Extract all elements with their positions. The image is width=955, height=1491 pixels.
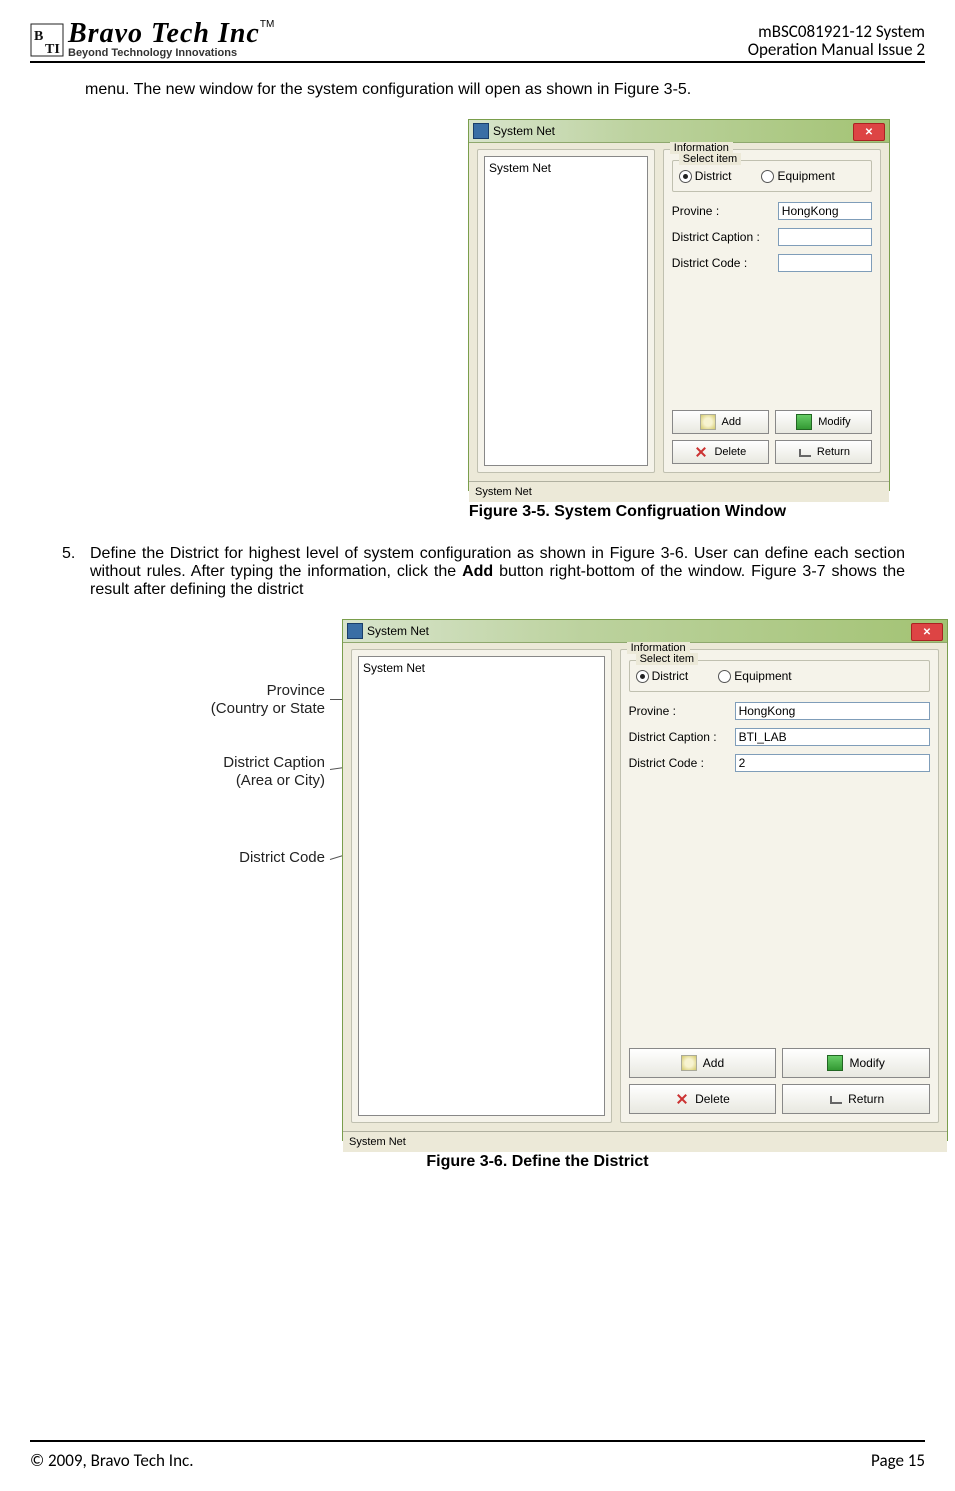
modify-button[interactable]: Modify xyxy=(775,410,872,434)
tree-view[interactable]: System Net xyxy=(358,656,605,1116)
figure2-caption: Figure 3-6. Define the District xyxy=(30,1153,925,1171)
annotation-province-2: (Country or State xyxy=(211,700,325,718)
radio-district[interactable]: District xyxy=(636,669,689,683)
modify-button[interactable]: Modify xyxy=(782,1048,930,1078)
tree-panel: System Net xyxy=(351,649,612,1123)
logo: B TI Bravo Tech IncTM Beyond Technology … xyxy=(30,20,274,59)
tree-root[interactable]: System Net xyxy=(489,161,551,175)
select-item-legend: Select item xyxy=(636,653,698,665)
window-title: System Net xyxy=(493,124,555,138)
footer-copyright: © 2009, Bravo Tech Inc. xyxy=(30,1450,193,1471)
label-province: Provine : xyxy=(672,204,772,218)
intro-paragraph: menu. The new window for the system conf… xyxy=(30,81,925,99)
logo-slogan: Beyond Technology Innovations xyxy=(68,48,274,59)
step-number: 5. xyxy=(62,545,90,563)
logo-tm: TM xyxy=(260,19,274,30)
label-district-code: District Code : xyxy=(672,256,772,270)
delete-button-label: Delete xyxy=(714,446,746,458)
svg-text:B: B xyxy=(34,29,43,44)
input-province[interactable]: HongKong xyxy=(735,702,930,720)
delete-icon xyxy=(694,445,708,459)
input-district-code[interactable]: 2 xyxy=(735,754,930,772)
add-icon xyxy=(681,1055,697,1071)
label-district-caption: District Caption : xyxy=(672,230,772,244)
select-item-group: Select item District Equipment xyxy=(672,160,872,192)
delete-button-label: Delete xyxy=(695,1092,730,1106)
select-item-legend: Select item xyxy=(679,153,741,165)
annotation-caption-2: (Area or City) xyxy=(223,772,325,790)
figure2-window: System Net ✕ System Net Information Sele… xyxy=(342,619,948,1141)
app-icon xyxy=(347,623,363,639)
radio-district-label: District xyxy=(695,169,732,183)
input-district-caption[interactable] xyxy=(778,228,872,246)
title-bar: System Net ✕ xyxy=(343,620,947,643)
doc-title-line2: Operation Manual Issue 2 xyxy=(748,41,925,59)
label-district-code: District Code : xyxy=(629,756,729,770)
delete-button[interactable]: Delete xyxy=(672,440,769,464)
input-district-code[interactable] xyxy=(778,254,872,272)
radio-icon xyxy=(761,170,774,183)
radio-icon xyxy=(718,670,731,683)
modify-icon xyxy=(796,414,812,430)
app-icon xyxy=(473,123,489,139)
tree-panel: System Net xyxy=(477,149,655,473)
return-button-label: Return xyxy=(817,446,850,458)
status-bar: System Net xyxy=(469,481,889,502)
delete-button[interactable]: Delete xyxy=(629,1084,777,1114)
radio-district[interactable]: District xyxy=(679,169,732,183)
return-button[interactable]: Return xyxy=(775,440,872,464)
label-province: Provine : xyxy=(629,704,729,718)
figure1-caption: Figure 3-5. System Configruation Window xyxy=(30,503,925,521)
close-icon[interactable]: ✕ xyxy=(911,623,943,641)
close-icon[interactable]: ✕ xyxy=(853,123,885,141)
page-header: B TI Bravo Tech IncTM Beyond Technology … xyxy=(30,20,925,63)
info-panel: Information Select item District Equipme… xyxy=(620,649,939,1123)
add-button-label: Add xyxy=(722,416,742,428)
input-province[interactable]: HongKong xyxy=(778,202,872,220)
radio-icon xyxy=(679,170,692,183)
modify-button-label: Modify xyxy=(818,416,850,428)
annotation-caption-1: District Caption xyxy=(223,754,325,772)
radio-district-label: District xyxy=(652,669,689,683)
figure1-window: System Net ✕ System Net Information Sele… xyxy=(468,119,890,491)
page-footer: © 2009, Bravo Tech Inc. Page 15 xyxy=(30,1440,925,1471)
radio-equipment[interactable]: Equipment xyxy=(718,669,791,683)
select-item-group: Select item District Equipment xyxy=(629,660,930,692)
return-button-label: Return xyxy=(848,1092,884,1106)
add-icon xyxy=(700,414,716,430)
add-button-label: Add xyxy=(703,1056,724,1070)
annotation-province-1: Province xyxy=(211,682,325,700)
add-button[interactable]: Add xyxy=(629,1048,777,1078)
status-bar: System Net xyxy=(343,1131,947,1152)
step-bold-word: Add xyxy=(462,563,493,580)
title-bar: System Net ✕ xyxy=(469,120,889,143)
add-button[interactable]: Add xyxy=(672,410,769,434)
radio-equipment-label: Equipment xyxy=(734,669,791,683)
input-district-caption[interactable]: BTI_LAB xyxy=(735,728,930,746)
annotation-code: District Code xyxy=(239,849,325,867)
step-5: 5. Define the District for highest level… xyxy=(30,545,925,599)
radio-equipment-label: Equipment xyxy=(777,169,834,183)
window-title: System Net xyxy=(367,624,429,638)
return-icon xyxy=(828,1092,842,1106)
doc-title: mBSC081921-12 System Operation Manual Is… xyxy=(748,23,925,59)
footer-page: Page 15 xyxy=(871,1450,925,1471)
delete-icon xyxy=(675,1092,689,1106)
tree-root[interactable]: System Net xyxy=(363,661,425,675)
tree-view[interactable]: System Net xyxy=(484,156,648,466)
modify-icon xyxy=(827,1055,843,1071)
logo-icon: B TI xyxy=(30,23,64,57)
modify-button-label: Modify xyxy=(849,1056,884,1070)
info-panel: Information Select item District Equipme… xyxy=(663,149,881,473)
svg-text:TI: TI xyxy=(45,42,60,57)
return-icon xyxy=(797,445,811,459)
radio-equipment[interactable]: Equipment xyxy=(761,169,834,183)
logo-title: Bravo Tech Inc xyxy=(68,18,260,49)
label-district-caption: District Caption : xyxy=(629,730,729,744)
return-button[interactable]: Return xyxy=(782,1084,930,1114)
radio-icon xyxy=(636,670,649,683)
